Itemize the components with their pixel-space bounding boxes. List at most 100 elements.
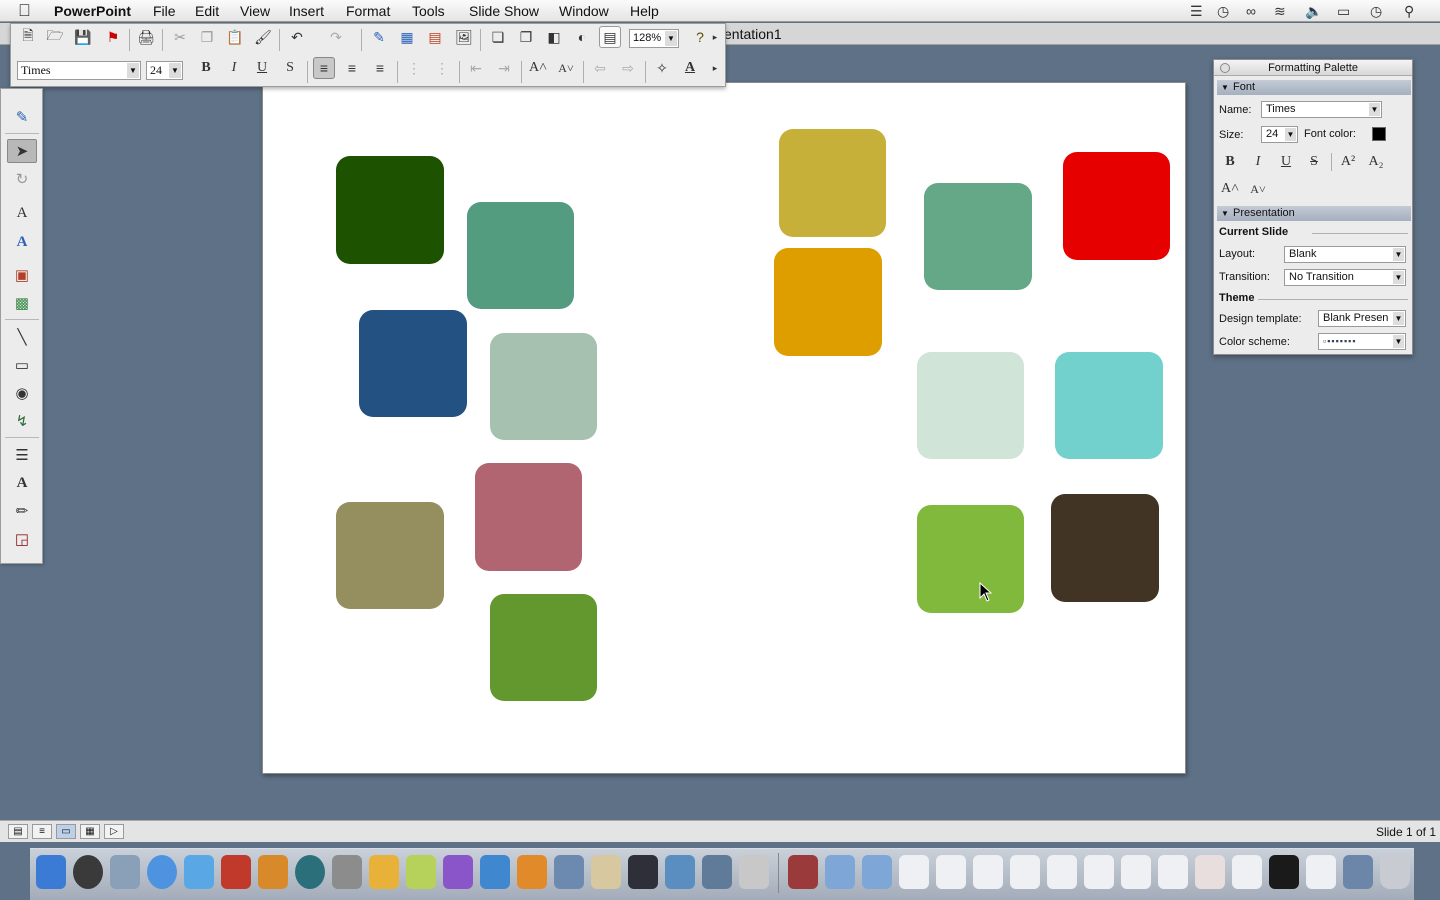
rounded-square-sea-green[interactable] xyxy=(924,183,1032,290)
shadow-icon[interactable]: S xyxy=(279,57,301,79)
decrease-font-size-icon[interactable]: A˅ xyxy=(555,57,577,79)
dock-dvd-icon[interactable] xyxy=(221,855,251,889)
draw-menu-icon[interactable]: ✎ xyxy=(7,105,37,129)
bluetooth-icon[interactable]: ∞ xyxy=(1246,2,1256,20)
dock-window-icon-10[interactable] xyxy=(1232,855,1262,889)
font-size-select[interactable]: 24 ▼ xyxy=(146,61,183,80)
free-rotate-icon[interactable]: ↻ xyxy=(7,167,37,191)
slide-sorter-icon[interactable]: ▦ xyxy=(80,824,100,839)
transition-field[interactable]: No Transition ▼ xyxy=(1284,269,1406,286)
background-icon[interactable]: ◐ xyxy=(571,26,593,48)
slide-layout-icon[interactable]: ❐ xyxy=(515,26,537,48)
undo-icon[interactable]: ↶ xyxy=(286,26,308,48)
select-pointer-icon[interactable]: ➤ xyxy=(7,139,37,163)
zoom-select[interactable]: 128% ▼ xyxy=(629,29,679,48)
presentation-pane-header[interactable]: Presentation xyxy=(1217,206,1411,221)
copy-icon[interactable]: ❐ xyxy=(196,26,218,48)
dock-window-icon-5[interactable] xyxy=(1047,855,1077,889)
dock-window-icon-6[interactable] xyxy=(1084,855,1114,889)
rounded-square-teal[interactable] xyxy=(467,202,574,309)
rounded-square-mustard[interactable] xyxy=(779,129,886,237)
print-icon[interactable]: 🖨 xyxy=(135,26,157,48)
slide-view-icon[interactable]: ▭ xyxy=(56,824,76,839)
text-box-tool-icon[interactable]: A xyxy=(7,201,37,225)
dock-dashboard-icon[interactable] xyxy=(73,855,103,889)
palette-strikethrough-icon[interactable]: S xyxy=(1303,152,1325,172)
dock-trash-icon[interactable] xyxy=(1380,855,1410,889)
decrease-indent-icon[interactable]: ⇤ xyxy=(465,57,487,79)
connectors-icon[interactable]: ↯ xyxy=(7,409,37,433)
toolbox-icon[interactable]: ✎ xyxy=(368,26,390,48)
redo-icon[interactable]: ↷ xyxy=(325,26,347,48)
dock-time-machine-icon[interactable] xyxy=(295,855,325,889)
slide-canvas[interactable] xyxy=(262,82,1186,774)
layout-dropdown-icon[interactable]: ▼ xyxy=(1393,248,1404,261)
dock-finder-icon[interactable] xyxy=(36,855,66,889)
fill-color-icon[interactable]: ◲ xyxy=(7,527,37,551)
wordart-icon[interactable]: A xyxy=(7,230,37,254)
align-left-icon[interactable]: ≡ xyxy=(313,57,335,79)
menu-view[interactable]: View xyxy=(240,3,270,19)
color-scheme-dropdown-icon[interactable]: ▼ xyxy=(1393,335,1404,348)
apple-icon[interactable]:  xyxy=(18,1,31,21)
subscript-icon[interactable]: A₂ xyxy=(1365,152,1387,172)
dock-folder-icon-3[interactable] xyxy=(862,855,892,889)
script-menu-icon[interactable]: ☰ xyxy=(1190,2,1203,20)
dock-window-icon-3[interactable] xyxy=(973,855,1003,889)
dock-window-icon-12[interactable] xyxy=(1343,855,1373,889)
clock-icon[interactable]: ◷ xyxy=(1370,2,1382,20)
dock-app-icon-7[interactable] xyxy=(702,855,732,889)
italic-icon[interactable]: I xyxy=(223,57,245,79)
superscript-icon[interactable]: A² xyxy=(1337,152,1359,172)
dock-window-icon-1[interactable] xyxy=(899,855,929,889)
palette-grow-font-icon[interactable]: A˄ xyxy=(1219,179,1241,199)
palette-font-name-field[interactable]: Times ▼ xyxy=(1261,101,1382,118)
menu-window[interactable]: Window xyxy=(559,3,609,19)
autoshapes-icon[interactable]: ◉ xyxy=(7,381,37,405)
animation-icon[interactable]: ✧ xyxy=(651,57,673,79)
help-icon[interactable]: ? xyxy=(689,26,711,48)
dock-preview-icon[interactable] xyxy=(110,855,140,889)
line-style-icon[interactable]: ☰ xyxy=(7,443,37,467)
slide-show-icon[interactable]: ▷ xyxy=(104,824,124,839)
dock-window-icon-7[interactable] xyxy=(1121,855,1151,889)
menu-insert[interactable]: Insert xyxy=(289,3,324,19)
palette-italic-icon[interactable]: I xyxy=(1247,152,1269,172)
rounded-square-orange[interactable] xyxy=(774,248,882,356)
numbered-list-icon[interactable]: ⋮ xyxy=(403,57,425,79)
color-scheme-field[interactable]: ▫▪▪▪▪▪▪▪ ▼ xyxy=(1318,333,1406,350)
dock-system-preferences-icon[interactable] xyxy=(332,855,362,889)
battery-icon[interactable]: ▭ xyxy=(1337,2,1350,20)
rounded-square-blue[interactable] xyxy=(359,310,467,417)
formatting-more-icon[interactable]: ▸ xyxy=(709,57,721,79)
insert-chart-icon[interactable]: ▤ xyxy=(424,26,446,48)
design-template-field[interactable]: Blank Presen ▼ xyxy=(1318,310,1406,327)
dock-itunes-icon[interactable] xyxy=(184,855,214,889)
bulleted-list-icon[interactable]: ⋮ xyxy=(431,57,453,79)
font-dropdown-icon[interactable]: ▼ xyxy=(127,63,139,78)
underline-icon[interactable]: U xyxy=(251,57,273,79)
time-machine-icon[interactable]: ◷ xyxy=(1217,2,1229,20)
palette-underline-icon[interactable]: U xyxy=(1275,152,1297,172)
picture-icon[interactable]: ▩ xyxy=(7,291,37,315)
dock-window-icon-11[interactable] xyxy=(1306,855,1336,889)
design-template-dropdown-icon[interactable]: ▼ xyxy=(1393,312,1404,325)
menu-app-name[interactable]: PowerPoint xyxy=(54,3,131,19)
dock-app-icon-2[interactable] xyxy=(406,855,436,889)
dock-app-icon-5[interactable] xyxy=(628,855,658,889)
rounded-square-olive-green[interactable] xyxy=(490,594,597,701)
font-color-swatch[interactable] xyxy=(1372,127,1386,141)
toolbar-more-icon[interactable]: ▸ xyxy=(709,26,721,48)
rounded-square-turquoise[interactable] xyxy=(1055,352,1163,459)
dock-app-icon-3[interactable] xyxy=(554,855,584,889)
dock-window-icon-2[interactable] xyxy=(936,855,966,889)
rectangle-tool-icon[interactable]: ▭ xyxy=(7,353,37,377)
outline-view-icon[interactable]: ≡ xyxy=(32,824,52,839)
insert-picture-icon[interactable]: 🖼 xyxy=(453,26,475,48)
rounded-square-sage[interactable] xyxy=(490,333,597,440)
dock-window-icon-8[interactable] xyxy=(1158,855,1188,889)
clip-art-icon[interactable]: ▣ xyxy=(7,263,37,287)
line-color-icon[interactable]: ✏ xyxy=(7,499,37,523)
menu-file[interactable]: File xyxy=(153,3,176,19)
font-pane-header[interactable]: Font xyxy=(1217,80,1411,95)
